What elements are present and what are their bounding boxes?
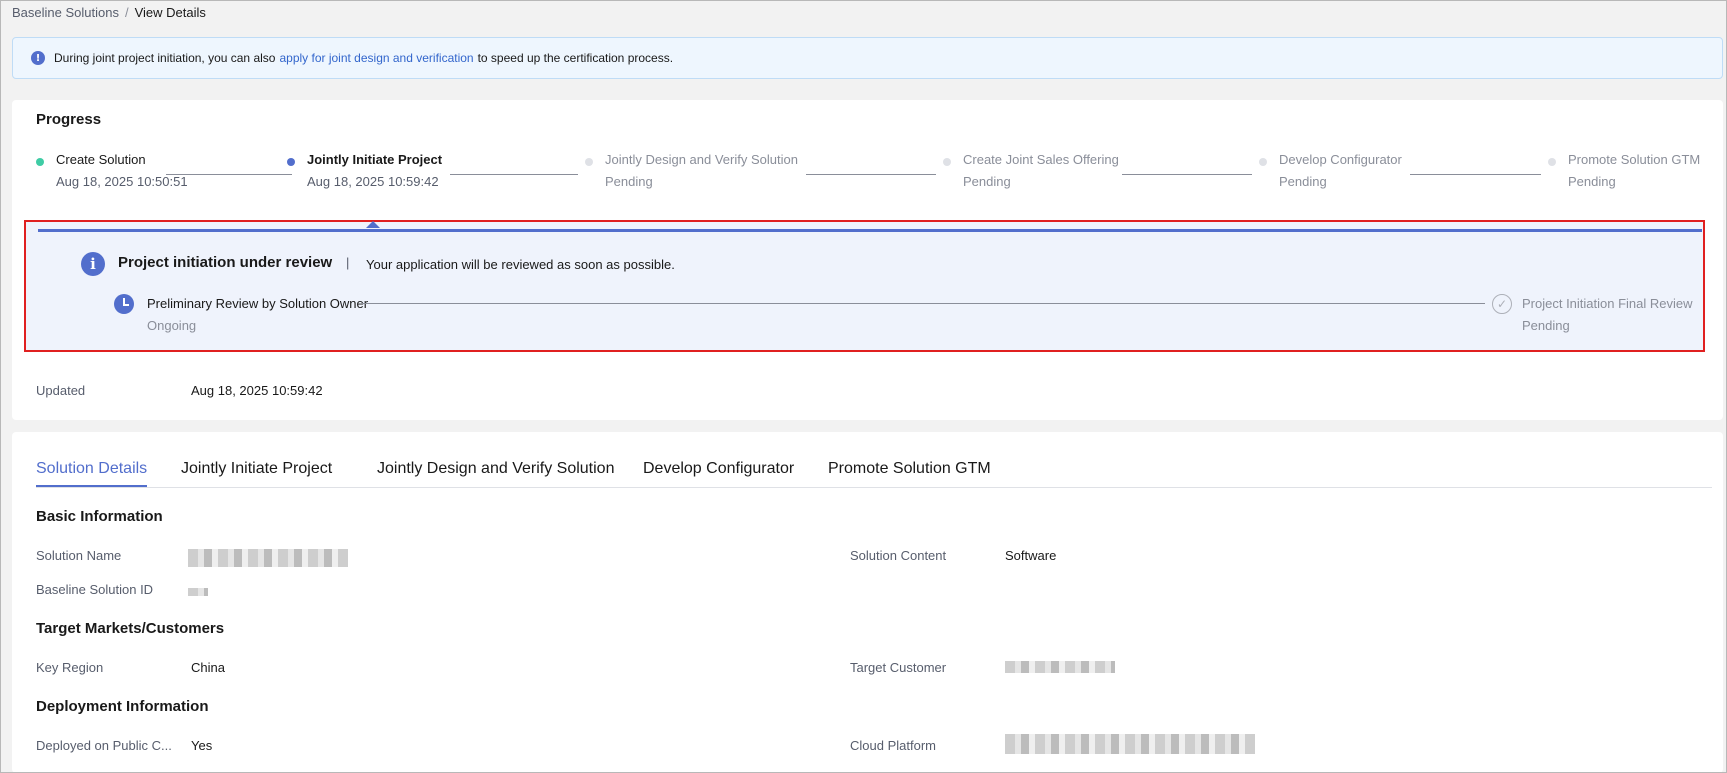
review-title: Project initiation under review [118, 254, 333, 271]
breadcrumb-separator: / [124, 5, 129, 20]
public-cloud-value: Yes [191, 738, 213, 753]
review-panel-accent-bar [38, 229, 1702, 232]
baseline-id-label: Baseline Solution ID [36, 582, 154, 597]
step-status: Pending [963, 174, 1011, 189]
clock-icon [114, 294, 134, 314]
step-active-dot [287, 158, 295, 166]
review-separator: | [346, 255, 350, 270]
step-connector [166, 174, 292, 175]
public-cloud-label: Deployed on Public C... [36, 738, 172, 753]
updated-value: Aug 18, 2025 10:59:42 [191, 383, 323, 398]
step-label: Create Solution [56, 152, 146, 167]
active-step-pointer [366, 221, 380, 228]
step-label: Jointly Initiate Project [307, 152, 443, 167]
detail-tabs: Solution Details Jointly Initiate Projec… [36, 458, 1712, 488]
info-icon: i [81, 252, 105, 276]
step-connector [1122, 174, 1252, 175]
step-time: Aug 18, 2025 10:59:42 [307, 174, 439, 189]
sub-step-status: Ongoing [147, 318, 197, 333]
breadcrumb: Baseline Solutions / View Details [12, 5, 206, 20]
cloud-platform-value-redacted [1005, 734, 1255, 754]
notice-text-after: to speed up the certification process. [477, 51, 674, 65]
step-pending-dot [1548, 158, 1556, 166]
step-status: Pending [1568, 174, 1616, 189]
step-pending-dot [585, 158, 593, 166]
solution-name-value-redacted [188, 549, 348, 567]
cloud-platform-label: Cloud Platform [850, 738, 936, 753]
basic-info-title: Basic Information [36, 508, 163, 525]
step-pending-dot [943, 158, 951, 166]
step-connector [806, 174, 936, 175]
tab-solution-details[interactable]: Solution Details [36, 460, 148, 487]
deployment-info-title: Deployment Information [36, 698, 209, 715]
step-label: Develop Configurator [1279, 152, 1402, 167]
key-region-label: Key Region [36, 660, 104, 675]
step-label: Jointly Design and Verify Solution [605, 152, 798, 167]
step-status: Pending [605, 174, 653, 189]
step-label: Create Joint Sales Offering [963, 152, 1119, 167]
info-icon: ! [31, 51, 45, 65]
step-done-dot [36, 158, 44, 166]
step-label: Promote Solution GTM [1568, 152, 1701, 167]
tab-design-verify-solution[interactable]: Jointly Design and Verify Solution [377, 460, 614, 485]
review-panel: i Project initiation under review | Your… [24, 220, 1705, 352]
info-notice: ! During joint project initiation, you c… [12, 37, 1723, 79]
breadcrumb-parent-link[interactable]: Baseline Solutions [12, 5, 119, 20]
target-markets-title: Target Markets/Customers [36, 620, 225, 637]
sub-step-label: Preliminary Review by Solution Owner [147, 296, 369, 311]
solution-name-label: Solution Name [36, 548, 122, 563]
progress-title: Progress [36, 111, 102, 128]
step-status: Pending [1279, 174, 1327, 189]
sub-step-connector [362, 303, 1485, 304]
detail-card: Solution Details Jointly Initiate Projec… [12, 432, 1723, 773]
sub-step-label: Project Initiation Final Review [1522, 296, 1693, 311]
joint-design-link[interactable]: apply for joint design and verification [279, 51, 473, 65]
step-pending-dot [1259, 158, 1267, 166]
progress-card: Progress Create Solution Aug 18, 2025 10… [12, 100, 1723, 420]
target-customer-value-redacted [1005, 661, 1115, 673]
notice-text-before: During joint project initiation, you can… [54, 51, 276, 65]
updated-label: Updated [36, 383, 86, 398]
sub-step-status: Pending [1522, 318, 1570, 333]
solution-content-label: Solution Content [850, 548, 947, 563]
solution-content-value: Software [1005, 548, 1057, 563]
check-circle-icon: ✓ [1492, 294, 1512, 314]
step-connector [1410, 174, 1541, 175]
key-region-value: China [191, 660, 225, 675]
breadcrumb-current: View Details [134, 5, 206, 20]
step-time: Aug 18, 2025 10:50:51 [56, 174, 188, 189]
step-connector [450, 174, 578, 175]
tab-jointly-initiate-project[interactable]: Jointly Initiate Project [181, 460, 332, 485]
baseline-id-value-redacted [188, 588, 208, 596]
tab-develop-configurator[interactable]: Develop Configurator [643, 460, 794, 485]
review-message: Your application will be reviewed as soo… [366, 257, 675, 272]
tab-promote-solution-gtm[interactable]: Promote Solution GTM [828, 460, 991, 485]
target-customer-label: Target Customer [850, 660, 947, 675]
